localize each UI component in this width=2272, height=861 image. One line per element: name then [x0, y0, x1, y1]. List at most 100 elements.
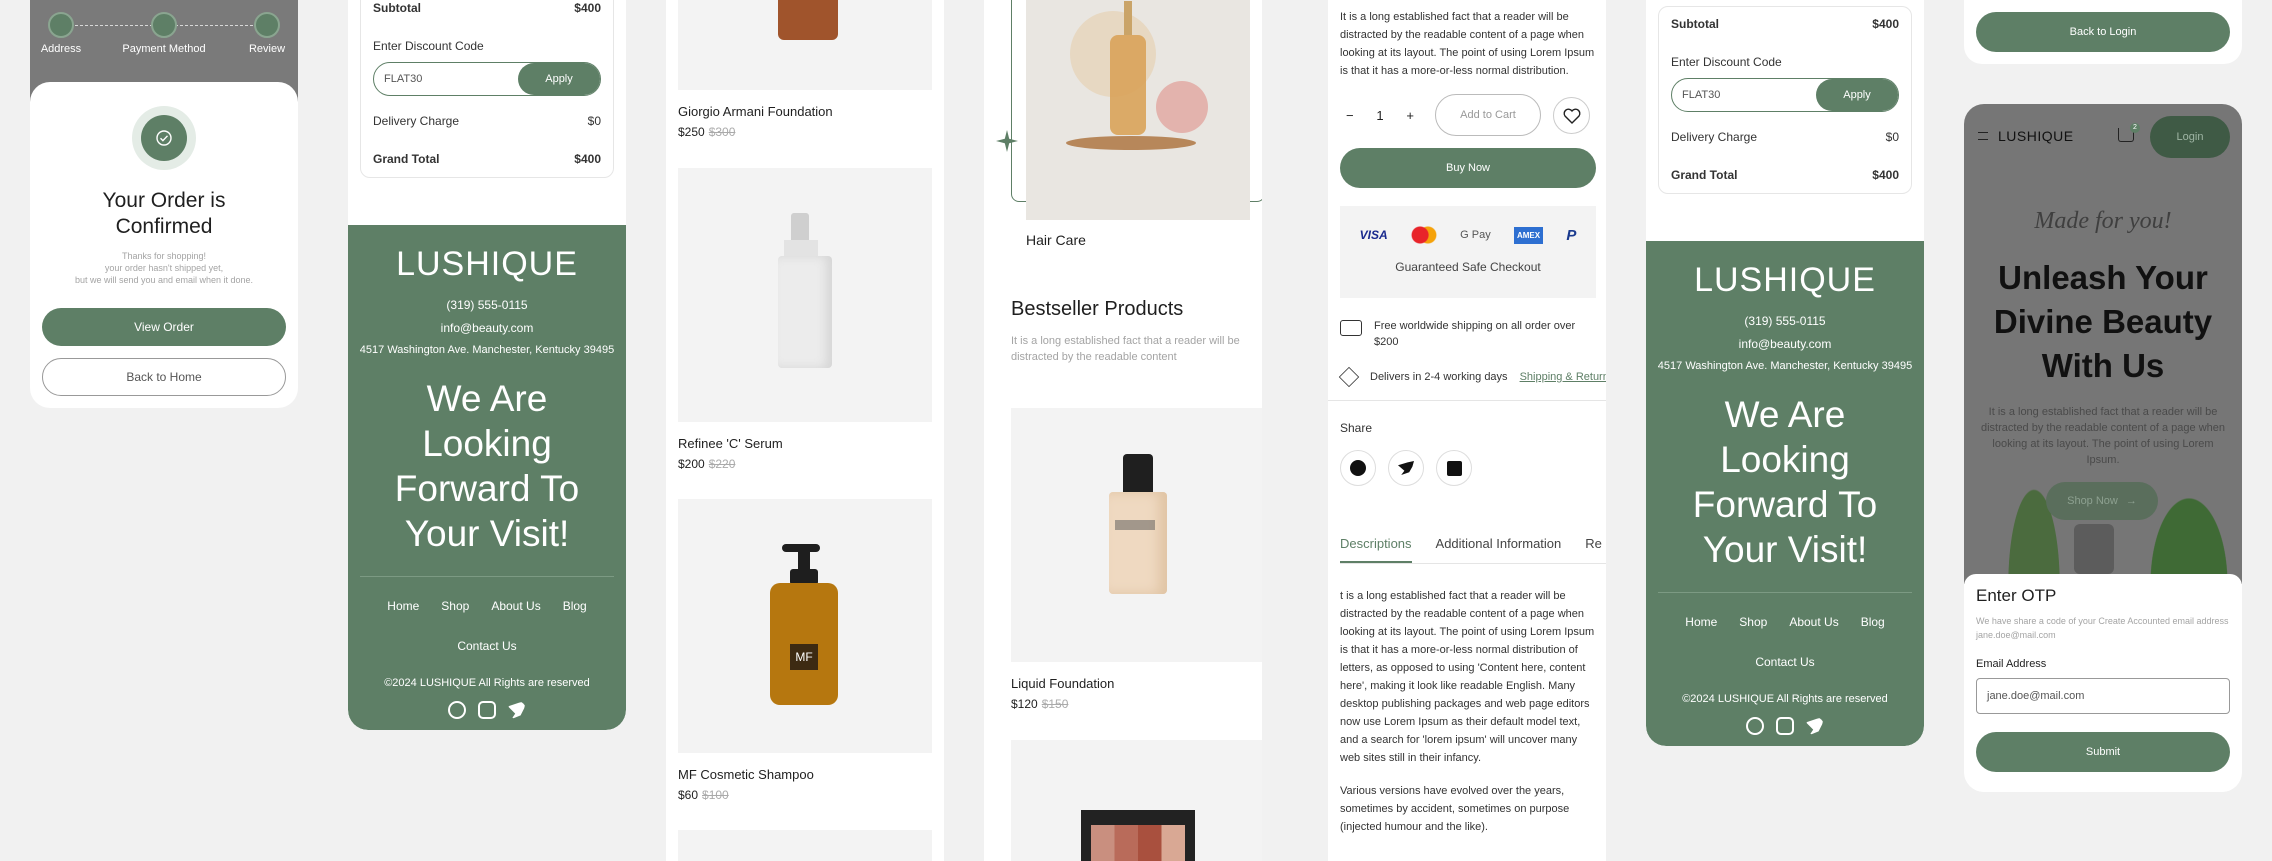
footer-email[interactable]: info@beauty.com [1646, 337, 1924, 351]
discount-input[interactable]: FLAT30 [384, 73, 422, 85]
product-image[interactable] [1011, 740, 1262, 861]
wishlist-button[interactable] [1553, 97, 1590, 134]
product-name[interactable]: MF Cosmetic Shampoo [678, 767, 932, 782]
plus-icon[interactable]: + [1406, 108, 1414, 123]
submit-button[interactable]: Submit [1976, 732, 2230, 772]
facebook-icon[interactable] [448, 701, 466, 719]
product-image[interactable] [1011, 408, 1262, 662]
subtotal-label: Subtotal [373, 1, 421, 15]
tab-descriptions[interactable]: Descriptions [1340, 536, 1412, 563]
footer-link-contact[interactable]: Contact Us [348, 639, 626, 653]
clipboard-icon [254, 12, 280, 38]
grand-total-label: Grand Total [1671, 168, 1738, 182]
facebook-icon[interactable] [1746, 717, 1764, 735]
view-order-button[interactable]: View Order [42, 308, 286, 346]
product-card[interactable]: Liquid Foundation $120 $150 [1011, 408, 1262, 711]
card-icon [151, 12, 177, 38]
category-image[interactable] [1026, 0, 1250, 220]
facebook-icon[interactable] [1340, 450, 1376, 486]
email-field[interactable]: jane.doe@mail.com [1976, 678, 2230, 714]
product-name[interactable]: Refinee 'C' Serum [678, 436, 932, 451]
mastercard-icon [1410, 226, 1437, 244]
footer-email[interactable]: info@beauty.com [348, 321, 626, 335]
delivery-value: $0 [587, 114, 601, 128]
login-button[interactable]: Login [2150, 116, 2230, 158]
quantity-stepper[interactable]: − 1 + [1340, 98, 1420, 132]
back-to-login-button[interactable]: Back to Login [1976, 12, 2230, 52]
otp-logo[interactable]: LUSHIQUE [1998, 128, 2074, 144]
twitter-icon[interactable] [508, 701, 526, 719]
category-name[interactable]: Hair Care [1026, 232, 1086, 248]
category-card[interactable] [1011, 0, 1262, 220]
footer-copyright: ©2024 LUSHIQUE All Rights are reserved [1682, 693, 1888, 705]
step-payment[interactable]: Payment Method [120, 12, 208, 55]
menu-icon[interactable] [1978, 132, 1988, 140]
footer-phone[interactable]: (319) 555-0115 [348, 298, 626, 312]
hero-desc: It is a long established fact that a rea… [1980, 406, 2225, 466]
heart-icon [1563, 108, 1580, 124]
footer-link-shop[interactable]: Shop [441, 599, 469, 613]
tab-additional-info[interactable]: Additional Information [1436, 536, 1562, 563]
instagram-icon[interactable] [478, 701, 496, 719]
order-title: Your Order is Confirmed [102, 189, 226, 238]
tab-reviews[interactable]: Re [1585, 536, 1602, 563]
footer-link-shop[interactable]: Shop [1739, 615, 1767, 629]
product-card[interactable]: MF MF Cosmetic Shampoo $60 $100 [678, 499, 932, 802]
apply-button[interactable]: Apply [1816, 79, 1898, 111]
product-old-price: $220 [708, 457, 736, 471]
step-review[interactable]: Review [244, 12, 290, 55]
buy-now-button[interactable]: Buy Now [1340, 148, 1596, 188]
product-name[interactable]: Liquid Foundation [1011, 676, 1262, 691]
product-detail-screen: It is a long established fact that a rea… [1328, 0, 1606, 861]
product-old-price: $150 [1041, 697, 1069, 711]
order-subtitle-line: Thanks for shopping! [121, 251, 207, 261]
minus-icon[interactable]: − [1346, 108, 1354, 123]
shipping-return-link[interactable]: Shipping & Return [1520, 371, 1606, 383]
footer-link-about[interactable]: About Us [1789, 615, 1838, 629]
footer-link-blog[interactable]: Blog [1861, 615, 1885, 629]
step-label: Address [40, 43, 82, 55]
grand-total-label: Grand Total [373, 152, 440, 166]
product-card[interactable]: Refinee 'C' Serum $200 $220 [678, 168, 932, 471]
product-image[interactable]: MF [678, 499, 932, 753]
order-subtitle-line: your order hasn't shipped yet, [104, 263, 224, 273]
product-name[interactable]: Giorgio Armani Foundation [678, 104, 932, 119]
quantity-value[interactable]: 1 [1376, 108, 1383, 123]
footer-phone[interactable]: (319) 555-0115 [1646, 314, 1924, 328]
twitter-icon[interactable] [1388, 450, 1424, 486]
check-circle-icon [132, 106, 196, 170]
footer-link-blog[interactable]: Blog [563, 599, 587, 613]
linkedin-icon[interactable] [1436, 450, 1472, 486]
cart-footer-screen: Subtotal $400 Enter Discount Code FLAT30 … [348, 0, 626, 730]
shop-now-button[interactable]: Shop Now → [2046, 482, 2158, 520]
back-to-home-button[interactable]: Back to Home [42, 358, 286, 396]
apply-button[interactable]: Apply [518, 63, 600, 95]
add-to-cart-button[interactable]: Add to Cart [1435, 94, 1541, 136]
footer-link-home[interactable]: Home [387, 599, 419, 613]
footer-link-about[interactable]: About Us [491, 599, 540, 613]
footer-link-home[interactable]: Home [1685, 615, 1717, 629]
otp-title: Enter OTP [1976, 586, 2057, 605]
checkout-steps: Address Payment Method Review [30, 8, 298, 64]
discount-field[interactable]: FLAT30 Apply [373, 62, 601, 96]
cart-count-badge: 2 [2130, 123, 2140, 133]
instagram-icon[interactable] [1776, 717, 1794, 735]
otp-desc: We have share a code of your Create Acco… [1976, 616, 2229, 640]
delivery-label: Delivery Charge [1671, 130, 1758, 144]
discount-label: Enter Discount Code [1671, 55, 1782, 69]
subtotal-value: $400 [1872, 17, 1899, 31]
detail-intro: It is a long established fact that a rea… [1340, 11, 1595, 77]
discount-input[interactable]: FLAT30 [1682, 89, 1720, 101]
discount-field[interactable]: FLAT30 Apply [1671, 78, 1899, 112]
product-image[interactable] [678, 0, 932, 90]
home-icon [48, 12, 74, 38]
shipping-text: Free worldwide shipping on all order ove… [1374, 320, 1576, 348]
product-image[interactable] [678, 168, 932, 422]
twitter-icon[interactable] [1806, 717, 1824, 735]
product-card[interactable]: Giorgio Armani Foundation $250 $300 [678, 0, 932, 139]
step-address[interactable]: Address [38, 12, 84, 55]
footer-link-contact[interactable]: Contact Us [1646, 655, 1924, 669]
delivery-row: Delivers in 2-4 working days Shipping & … [1338, 366, 1606, 388]
delivery-label: Delivery Charge [373, 114, 460, 128]
product-image[interactable] [678, 830, 932, 861]
